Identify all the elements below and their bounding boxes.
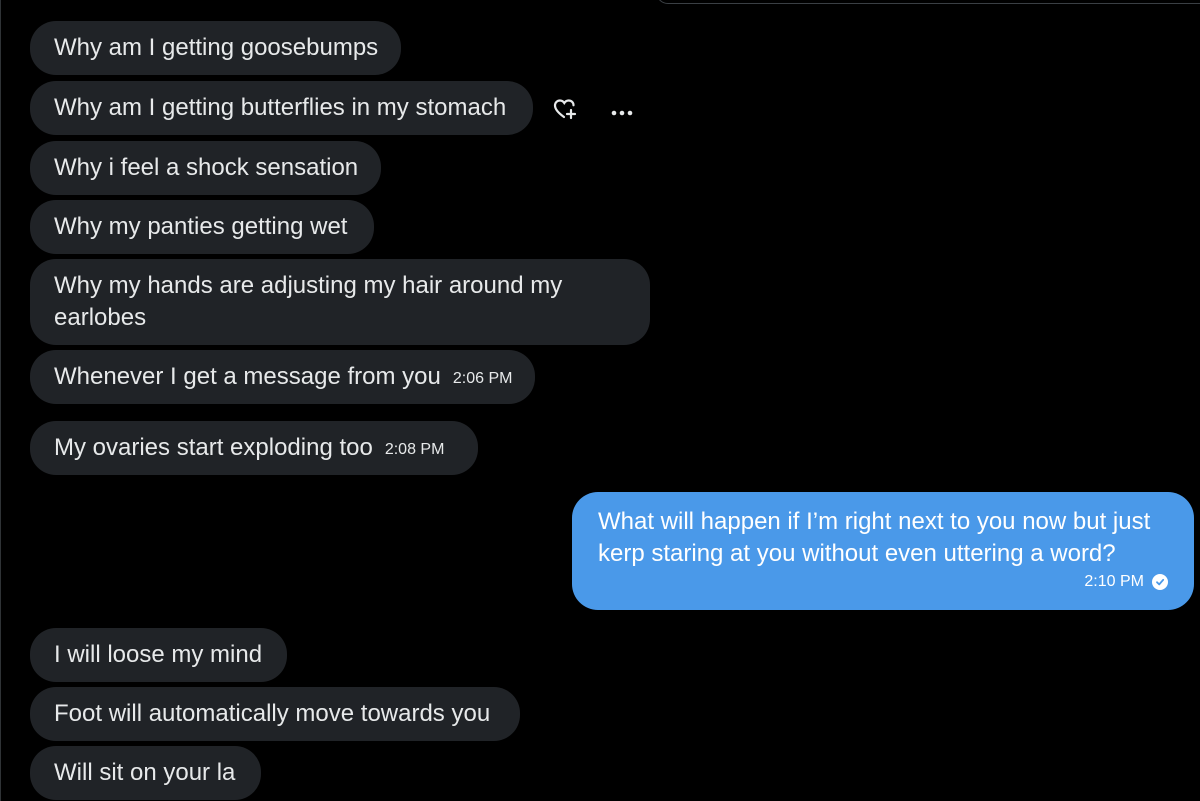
message-text: Foot will automatically move towards you: [54, 700, 491, 727]
message-text: Why am I getting butterflies in my stoma…: [54, 94, 507, 121]
message-text: Why my panties getting wet: [54, 213, 348, 240]
message-text: Will sit on your la: [54, 759, 236, 786]
message-bubble[interactable]: Why am I getting butterflies in my stoma…: [30, 81, 533, 135]
sent-message-bubble[interactable]: What will happen if I’m right next to yo…: [572, 492, 1194, 610]
message-text: Why am I getting goosebumps: [54, 34, 379, 61]
panel-divider: [0, 0, 1, 801]
read-check-icon: [1152, 574, 1168, 590]
message-bubble[interactable]: Whenever I get a message from you 2:06 P…: [30, 350, 535, 404]
message-bubble[interactable]: I will loose my mind: [30, 628, 287, 682]
message-bubble[interactable]: Why my panties getting wet: [30, 200, 374, 254]
message-bubble[interactable]: My ovaries start exploding too 2:08 PM: [30, 421, 478, 475]
message-text: Why my hands are adjusting my hair aroun…: [54, 272, 563, 331]
message-timestamp: 2:06 PM: [452, 370, 513, 387]
message-timestamp: 2:08 PM: [384, 441, 445, 458]
message-text: Why i feel a shock sensation: [54, 154, 359, 181]
message-text: Whenever I get a message from you: [54, 363, 441, 390]
message-text: What will happen if I’m right next to yo…: [598, 508, 1151, 567]
more-dots-icon[interactable]: [610, 104, 634, 116]
top-input-outline: [656, 0, 1200, 4]
message-meta: 2:10 PM: [1084, 566, 1168, 598]
message-bubble[interactable]: Why am I getting goosebumps: [30, 21, 401, 75]
message-bubble[interactable]: Will sit on your la: [30, 746, 261, 800]
message-text: My ovaries start exploding too: [54, 434, 373, 461]
message-text: I will loose my mind: [54, 641, 263, 668]
message-bubble[interactable]: Why my hands are adjusting my hair aroun…: [30, 259, 650, 345]
message-timestamp: 2:10 PM: [1084, 573, 1144, 590]
message-bubble[interactable]: Foot will automatically move towards you: [30, 687, 520, 741]
heart-plus-icon[interactable]: [553, 97, 579, 121]
message-bubble[interactable]: Why i feel a shock sensation: [30, 141, 381, 195]
